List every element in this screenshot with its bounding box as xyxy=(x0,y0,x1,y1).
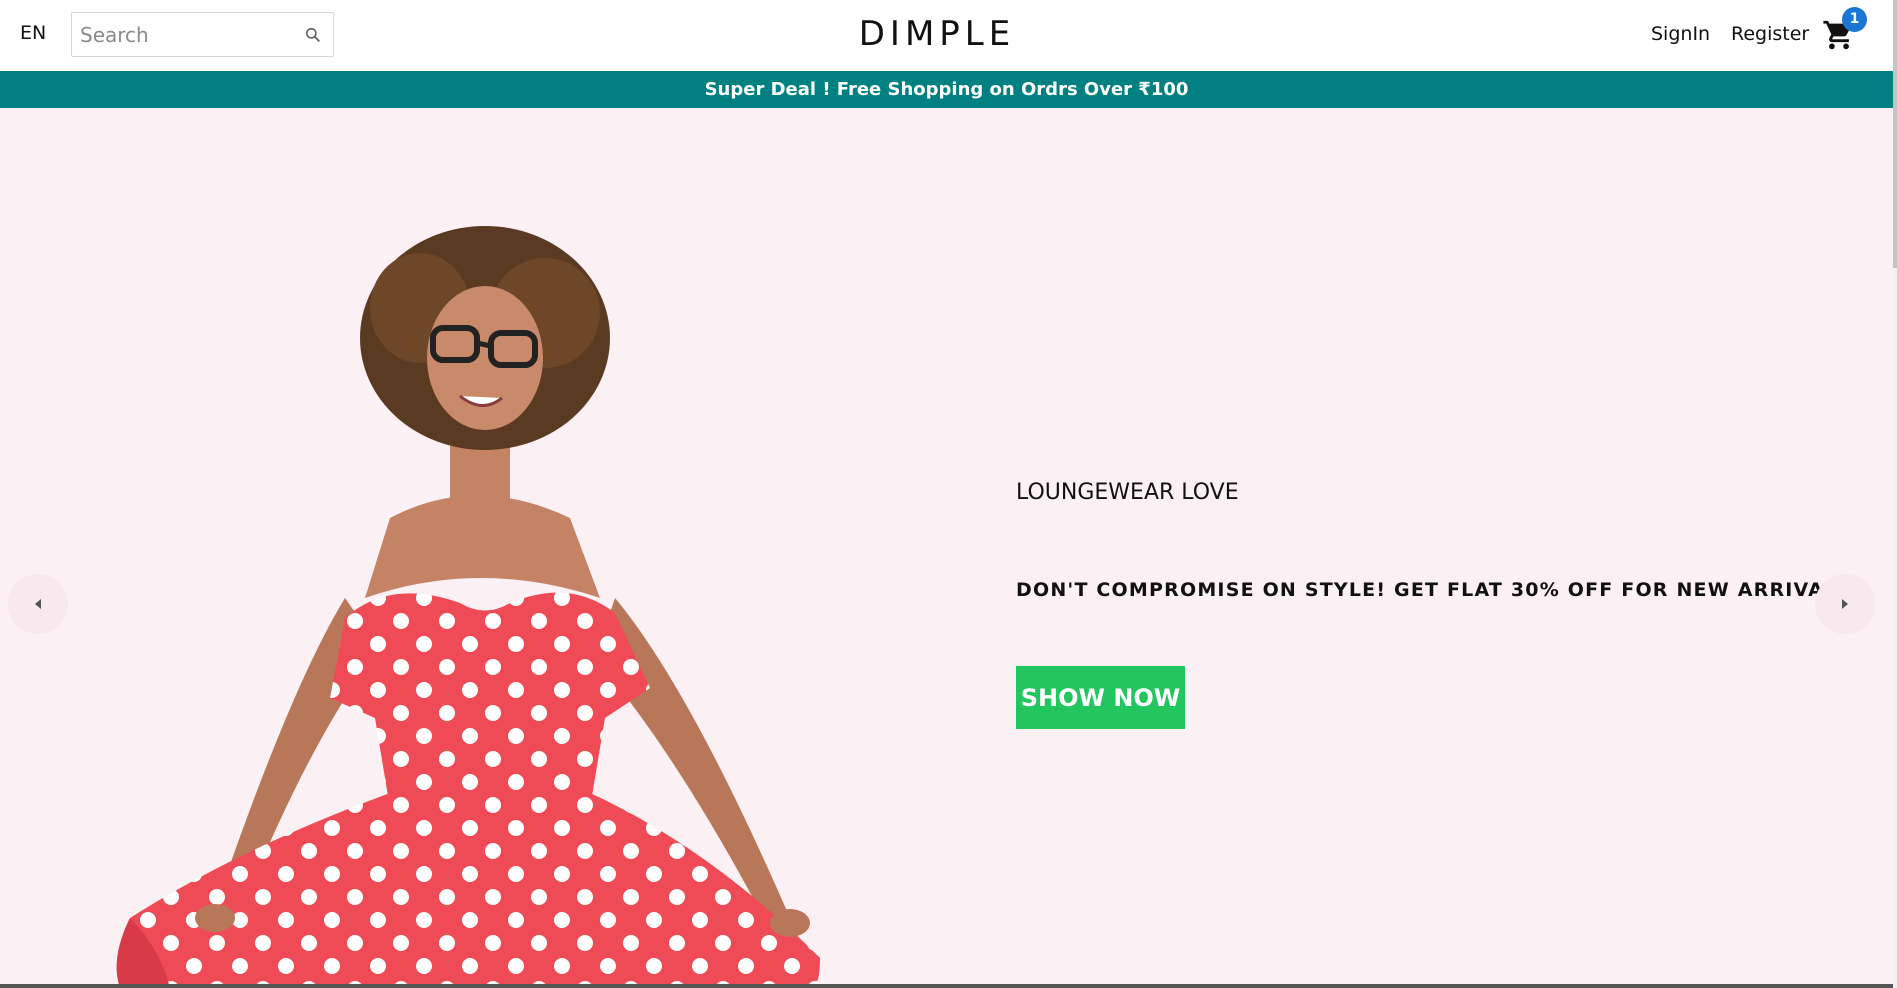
slider-prev-button[interactable] xyxy=(8,574,68,634)
search-input[interactable] xyxy=(80,21,290,49)
slide-title: LOUNGEWEAR LOVE xyxy=(1016,480,1239,505)
arrow-left-icon xyxy=(35,599,41,609)
model-image xyxy=(116,226,820,988)
signin-link[interactable]: SignIn xyxy=(1651,23,1710,45)
search-icon[interactable] xyxy=(303,25,323,45)
hero-slider: LOUNGEWEAR LOVE DON'T COMPROMISE ON STYL… xyxy=(0,108,1893,988)
show-now-button[interactable]: SHOW NOW xyxy=(1016,666,1185,729)
register-link[interactable]: Register xyxy=(1731,23,1809,45)
search-container xyxy=(71,12,334,57)
navbar: EN DIMPLE SignIn Register 1 xyxy=(0,0,1893,71)
page-scrollbar[interactable] xyxy=(1893,0,1897,988)
slide-description: DON'T COMPROMISE ON STYLE! GET FLAT 30% … xyxy=(1016,579,1861,601)
announcement-bar: Super Deal ! Free Shopping on Ordrs Over… xyxy=(0,71,1893,108)
scrollbar-thumb[interactable] xyxy=(1893,0,1897,268)
slider-next-button[interactable] xyxy=(1815,574,1875,634)
cart-count-badge: 1 xyxy=(1842,7,1867,32)
language-label[interactable]: EN xyxy=(20,22,46,44)
arrow-right-icon xyxy=(1842,599,1848,609)
page-bottom-divider xyxy=(0,984,1893,988)
announcement-text: Super Deal ! Free Shopping on Ordrs Over… xyxy=(704,79,1189,100)
site-logo[interactable]: DIMPLE xyxy=(859,14,1015,54)
